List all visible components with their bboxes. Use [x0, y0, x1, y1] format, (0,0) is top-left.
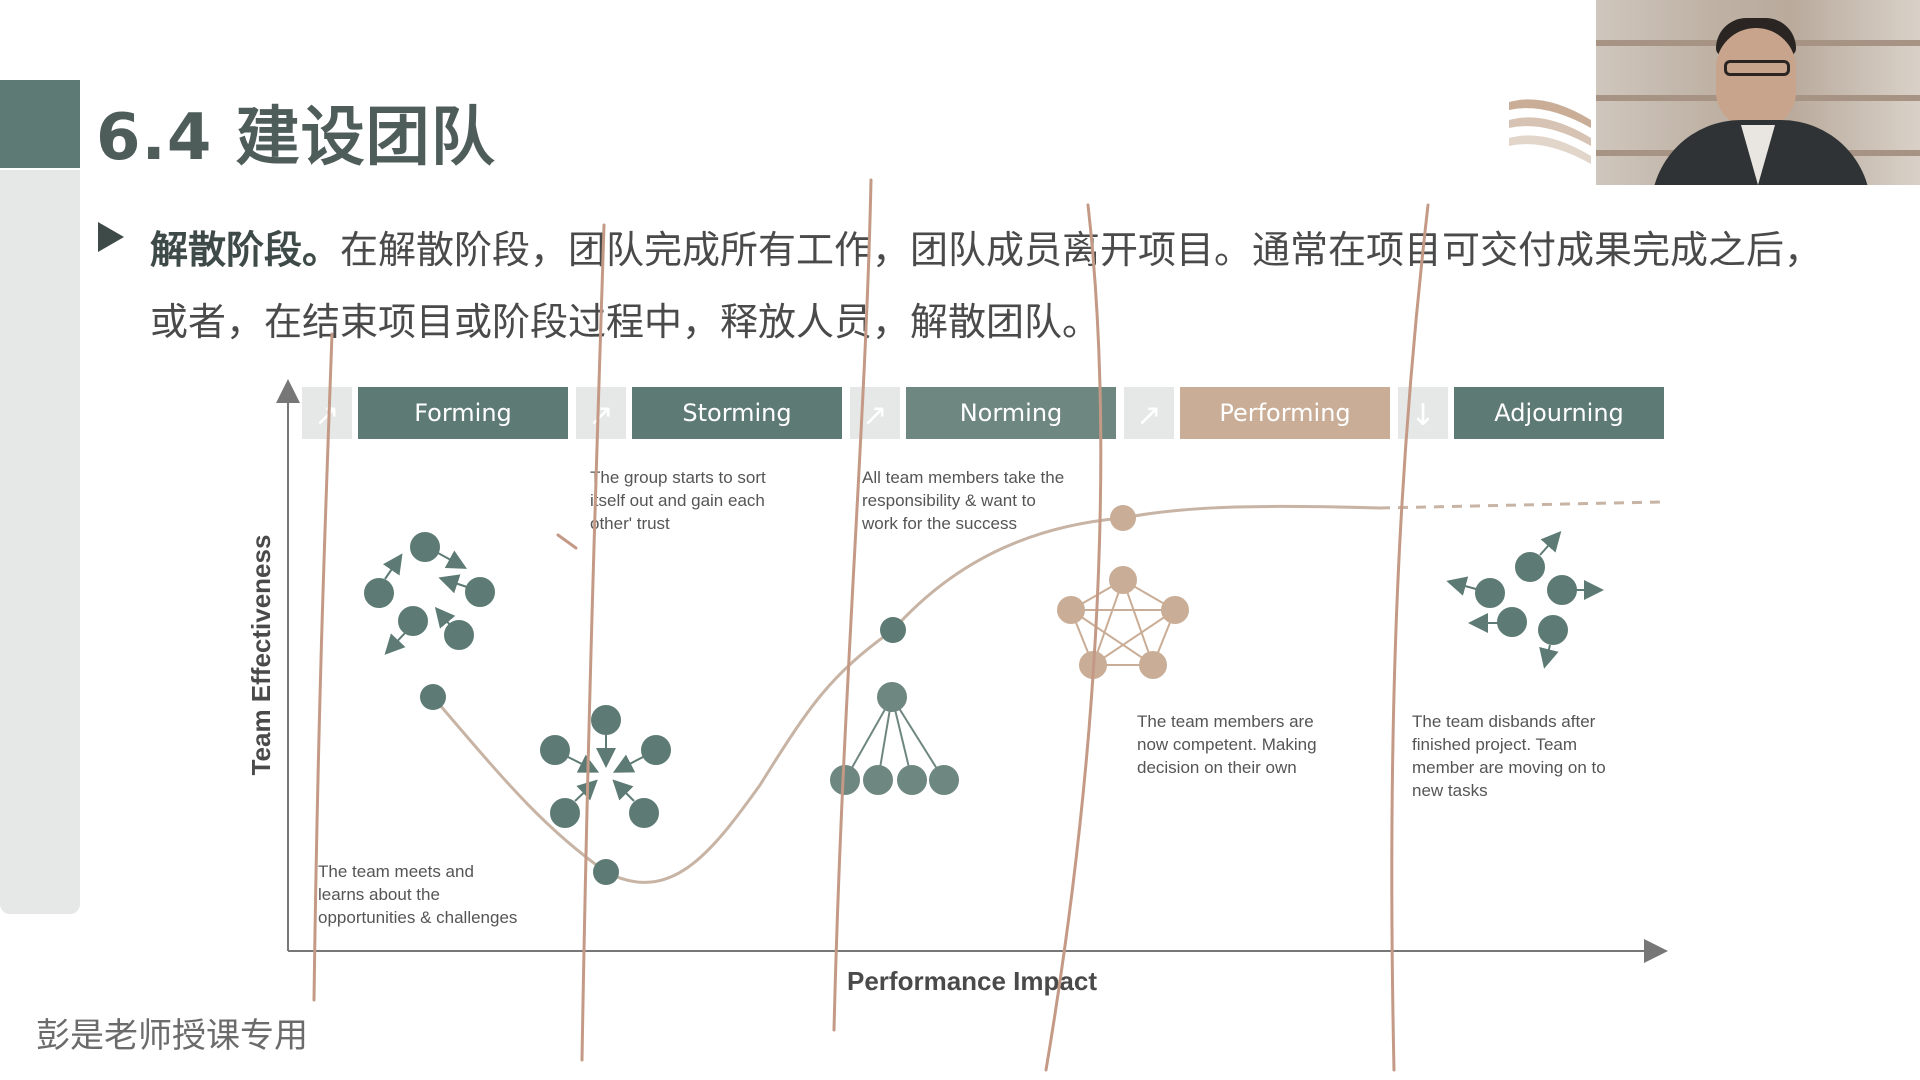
- x-axis-label: Performance Impact: [847, 966, 1097, 996]
- stage-header-norming: ↗ Norming: [850, 387, 1116, 439]
- stage-header-performing: ↗ Performing: [1124, 387, 1390, 439]
- svg-text:opportunities & challenges: opportunities & challenges: [318, 908, 517, 927]
- side-strip: [0, 170, 80, 914]
- svg-text:The team members are: The team members are: [1137, 712, 1314, 731]
- adjourning-dispersal-icon: [1446, 531, 1604, 669]
- stage-label-norming: Norming: [960, 399, 1063, 427]
- curve-point-forming: [420, 684, 446, 710]
- tuckman-diagram: Team Effectiveness Performance Impact ↗ …: [246, 379, 1668, 996]
- paragraph-body: 在解散阶段，团队完成所有工作，团队成员离开项目。通常在项目可交付成果完成之后，或…: [150, 228, 1823, 344]
- stage-header-storming: ↗ Storming: [576, 387, 842, 439]
- svg-text:finished project. Team: finished project. Team: [1412, 735, 1577, 754]
- arrow-down-icon: ↓: [1410, 398, 1435, 433]
- svg-text:learns about the: learns about the: [318, 885, 440, 904]
- svg-text:member are moving on to: member are moving on to: [1412, 758, 1606, 777]
- stage-header-adjourning: ↓ Adjourning: [1398, 387, 1664, 439]
- storming-description: The group starts to sort itself out and …: [590, 468, 766, 533]
- stage-label-storming: Storming: [682, 399, 791, 427]
- curve-point-norming: [880, 617, 906, 643]
- svg-text:itself out and gain each: itself out and gain each: [590, 491, 765, 510]
- stage-label-forming: Forming: [414, 399, 512, 427]
- paragraph-lead: 解散阶段。: [150, 228, 341, 272]
- paragraph: 解散阶段。在解散阶段，团队完成所有工作，团队成员离开项目。通常在项目可交付成果完…: [150, 214, 1850, 358]
- svg-text:responsibility & want to: responsibility & want to: [862, 491, 1036, 510]
- bullet-triangle-icon: [98, 222, 124, 252]
- logo-icon: [1509, 99, 1591, 164]
- norming-hierarchy-icon: [830, 682, 959, 795]
- curve-point-storming: [593, 859, 619, 885]
- stage-label-adjourning: Adjourning: [1494, 399, 1624, 427]
- svg-text:work for the success: work for the success: [861, 514, 1017, 533]
- stage-header-forming: ↗ Forming: [302, 387, 568, 439]
- forming-description: The team meets and learns about the oppo…: [318, 862, 517, 927]
- svg-text:new tasks: new tasks: [1412, 781, 1488, 800]
- svg-text:The team meets and: The team meets and: [318, 862, 474, 881]
- curve-point-performing: [1110, 505, 1136, 531]
- svg-text:now competent. Making: now competent. Making: [1137, 735, 1317, 754]
- svg-text:The team disbands after: The team disbands after: [1412, 712, 1596, 731]
- svg-text:The group starts to sort: The group starts to sort: [590, 468, 766, 487]
- storming-cluster-icon: [540, 705, 671, 828]
- svg-text:other' trust: other' trust: [590, 514, 670, 533]
- webcam-feed: [1596, 0, 1920, 185]
- performing-network-icon: [1057, 566, 1189, 679]
- slide-title: 6.4 建设团队: [96, 101, 496, 175]
- arrow-up-right-icon: ↗: [1136, 398, 1161, 433]
- arrow-up-right-icon: ↗: [588, 398, 613, 433]
- arrow-up-right-icon: ↗: [314, 398, 339, 433]
- title-accent-bar: [0, 80, 80, 168]
- arrow-up-right-icon: ↗: [862, 398, 887, 433]
- y-axis-label: Team Effectiveness: [246, 535, 276, 776]
- stage-label-performing: Performing: [1219, 399, 1350, 427]
- svg-text:All team members take the: All team members take the: [862, 468, 1064, 487]
- performing-description: The team members are now competent. Maki…: [1137, 712, 1317, 777]
- curve-dashed-tail: [1379, 500, 1661, 510]
- forming-cluster-icon: [364, 532, 495, 655]
- watermark: 彭是老师授课专用: [36, 1016, 308, 1056]
- norming-description: All team members take the responsibility…: [861, 468, 1064, 533]
- svg-text:decision on their own: decision on their own: [1137, 758, 1297, 777]
- adjourning-description: The team disbands after finished project…: [1412, 712, 1606, 800]
